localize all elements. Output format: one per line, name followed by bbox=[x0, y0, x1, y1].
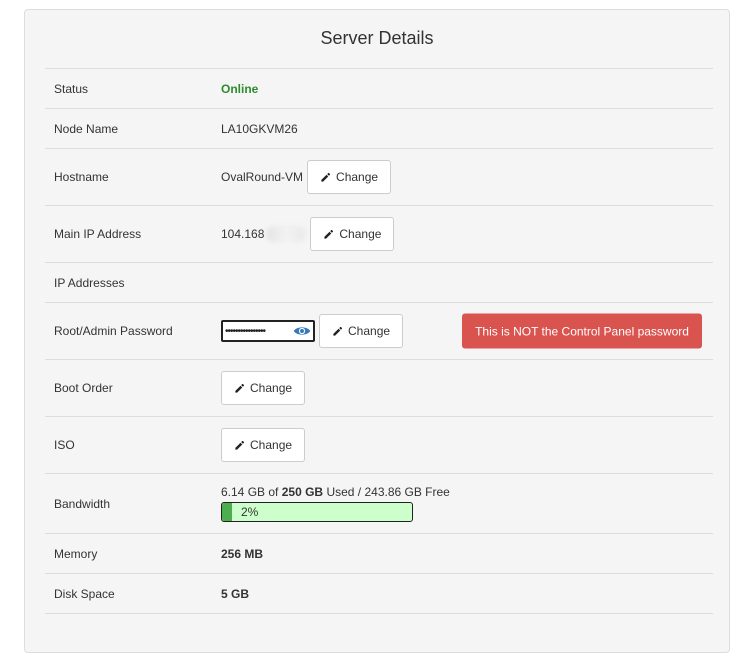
memory-label: Memory bbox=[54, 546, 98, 561]
server-details-panel: Server Details Status Online Node Name L… bbox=[24, 9, 730, 653]
change-boot-order-button[interactable]: Change bbox=[221, 371, 306, 405]
node-name-label: Node Name bbox=[54, 121, 119, 136]
hostname-label: Hostname bbox=[54, 170, 109, 184]
pencil-icon bbox=[235, 383, 245, 393]
panel-title: Server Details bbox=[320, 28, 434, 48]
row-ip-addresses: IP Addresses bbox=[45, 263, 713, 303]
change-password-button[interactable]: Change bbox=[319, 314, 404, 348]
row-boot-order: Boot Order Change bbox=[45, 360, 713, 417]
memory-value: 256 MB bbox=[221, 546, 264, 561]
eye-icon[interactable] bbox=[293, 325, 311, 337]
details-table: Status Online Node Name LA10GKVM26 Hostn… bbox=[45, 68, 713, 614]
change-hostname-button[interactable]: Change bbox=[307, 160, 392, 194]
hostname-value-group: OvalRound-VM Change bbox=[221, 160, 392, 194]
row-bandwidth: Bandwidth 6.14 GB of 250 GB Used / 243.8… bbox=[45, 474, 713, 534]
bandwidth-used: 6.14 GB bbox=[221, 485, 266, 499]
bandwidth-progress-bar: 2% bbox=[221, 502, 413, 522]
bandwidth-percent: 2% bbox=[241, 505, 259, 519]
main-ip-value-group: 104.168 Change bbox=[221, 217, 395, 251]
bandwidth-used-word: Used / bbox=[326, 485, 362, 499]
row-status: Status Online bbox=[45, 69, 713, 109]
row-node-name: Node Name LA10GKVM26 bbox=[45, 109, 713, 149]
row-disk-space: Disk Space 5 GB bbox=[45, 574, 713, 614]
change-boot-order-label: Change bbox=[250, 381, 293, 395]
password-warning-badge: This is NOT the Control Panel password bbox=[462, 313, 702, 349]
boot-order-label: Boot Order bbox=[54, 381, 113, 395]
main-ip-label: Main IP Address bbox=[54, 227, 142, 241]
row-main-ip: Main IP Address 104.168 Change bbox=[45, 206, 713, 263]
disk-space-label: Disk Space bbox=[54, 586, 115, 601]
row-hostname: Hostname OvalRound-VM Change bbox=[45, 149, 713, 206]
bandwidth-progress-fill bbox=[222, 503, 232, 521]
root-password-label: Root/Admin Password bbox=[54, 324, 173, 338]
row-memory: Memory 256 MB bbox=[45, 534, 713, 574]
pencil-icon bbox=[235, 440, 245, 450]
pencil-icon bbox=[333, 326, 343, 336]
pencil-icon bbox=[324, 229, 334, 239]
change-iso-button[interactable]: Change bbox=[221, 428, 306, 462]
bandwidth-of: of bbox=[268, 485, 279, 499]
change-hostname-label: Change bbox=[336, 170, 379, 184]
bandwidth-free: 243.86 GB Free bbox=[364, 485, 450, 499]
change-main-ip-label: Change bbox=[339, 227, 382, 241]
root-password-value-group: Change bbox=[221, 314, 404, 348]
status-value: Online bbox=[221, 81, 259, 96]
iso-value-group: Change bbox=[221, 428, 306, 462]
disk-space-value: 5 GB bbox=[221, 586, 250, 601]
pencil-icon bbox=[321, 172, 331, 182]
bandwidth-usage-text: 6.14 GB of 250 GB Used / 243.86 GB Free bbox=[221, 485, 450, 499]
boot-order-value-group: Change bbox=[221, 371, 306, 405]
bandwidth-label: Bandwidth bbox=[54, 496, 111, 511]
bandwidth-total: 250 GB bbox=[281, 485, 324, 499]
hostname-value: OvalRound-VM bbox=[221, 170, 304, 184]
row-root-password: Root/Admin Password Change This is NOT t… bbox=[45, 303, 713, 360]
ip-redaction-blur bbox=[266, 226, 307, 242]
change-iso-label: Change bbox=[250, 438, 293, 452]
iso-label: ISO bbox=[54, 438, 75, 452]
password-field[interactable] bbox=[225, 325, 293, 337]
node-name-value: LA10GKVM26 bbox=[221, 121, 298, 136]
password-field-wrapper bbox=[221, 320, 315, 342]
ip-addresses-label: IP Addresses bbox=[54, 275, 125, 290]
main-ip-value: 104.168 bbox=[221, 227, 265, 241]
change-main-ip-button[interactable]: Change bbox=[310, 217, 395, 251]
status-label: Status bbox=[54, 81, 89, 96]
row-iso: ISO Change bbox=[45, 417, 713, 474]
change-password-label: Change bbox=[348, 324, 391, 338]
